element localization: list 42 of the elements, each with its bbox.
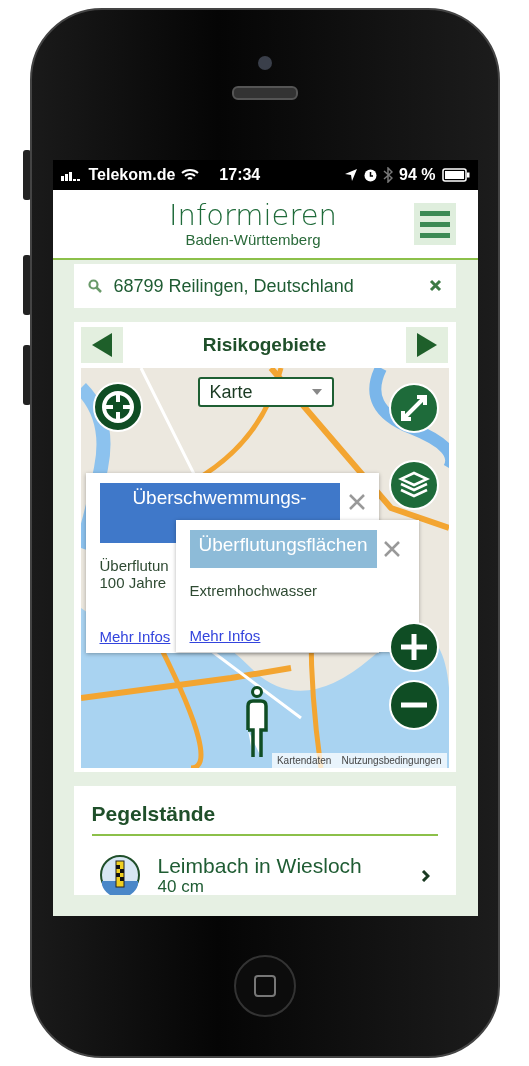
popup-text: Extremhochwasser	[189, 582, 318, 599]
camera-icon	[258, 56, 272, 70]
layers-icon	[397, 470, 430, 500]
app-title: Informieren	[169, 199, 337, 232]
speaker-grille	[232, 86, 298, 100]
menu-button[interactable]	[413, 203, 456, 245]
more-info-link[interactable]: Mehr Infos	[99, 628, 171, 645]
gauge-name: Leimbach in Wiesloch	[157, 854, 363, 878]
popup-title: Überflutungsflächen	[189, 530, 377, 568]
clock-time: 17:34	[219, 166, 261, 184]
popup-text: Überflutun	[99, 557, 169, 574]
map-type-dropdown[interactable]: Karte	[197, 377, 334, 407]
section-title: Pegelstände	[91, 796, 438, 836]
minus-icon	[398, 702, 429, 708]
wifi-icon	[181, 168, 200, 182]
next-button[interactable]	[406, 327, 449, 363]
crosshair-icon	[100, 390, 135, 424]
panel-title: Risikogebiete	[202, 334, 327, 356]
alarm-clock-icon	[364, 168, 378, 182]
gauge-icon	[99, 854, 140, 895]
map-footer-link[interactable]: Kartendaten	[271, 753, 337, 768]
close-icon	[382, 540, 401, 558]
search-bar[interactable]: 68799 Reilingen, Deutschland	[73, 264, 456, 308]
expand-arrows-icon	[398, 393, 429, 423]
bluetooth-icon	[383, 167, 394, 183]
battery-icon	[441, 168, 470, 182]
battery-percent: 94 %	[399, 166, 436, 184]
plus-icon	[398, 632, 429, 662]
popup-text: 100 Jahre	[99, 574, 168, 591]
location-arrow-icon	[344, 168, 359, 182]
search-field[interactable]: 68799 Reilingen, Deutschland	[111, 274, 419, 298]
carrier-label: Telekom.de	[88, 166, 176, 184]
previous-button[interactable]	[80, 327, 123, 363]
more-info-link[interactable]: Mehr Infos	[189, 627, 261, 644]
close-icon	[428, 278, 442, 292]
gauge-reading: 40 cm	[157, 878, 205, 895]
map-footer-link[interactable]: Nutzungsbedingungen	[336, 753, 447, 768]
search-icon	[87, 279, 102, 293]
app-subtitle: Baden-Württemberg	[185, 231, 321, 249]
close-icon	[347, 493, 366, 511]
signal-icon	[60, 169, 83, 181]
chevron-right-icon	[420, 869, 430, 882]
